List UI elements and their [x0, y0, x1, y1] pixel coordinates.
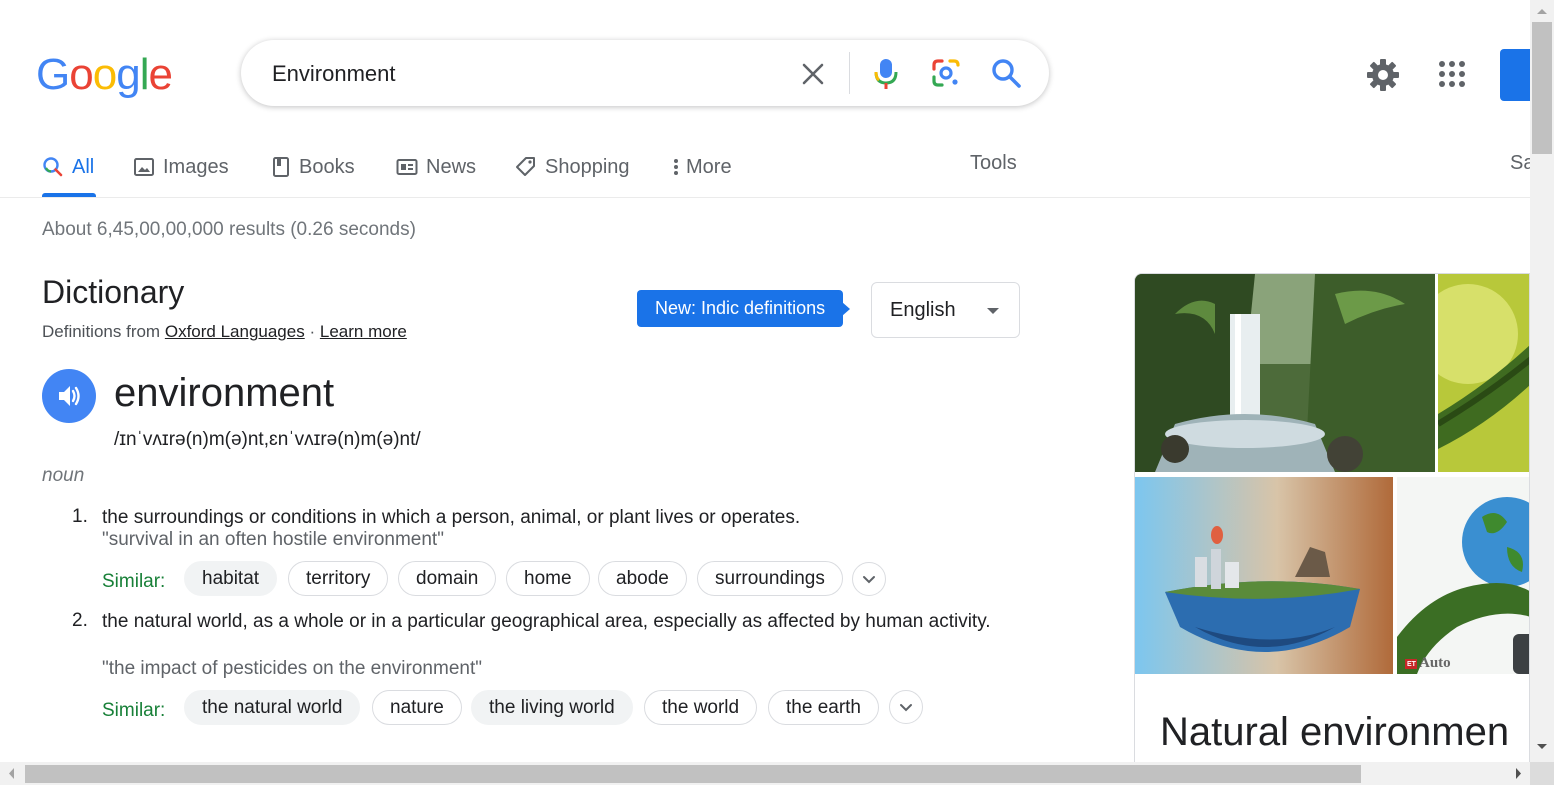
horizontal-scroll-thumb[interactable] [25, 765, 1361, 783]
similar-chip-home[interactable]: home [506, 561, 590, 596]
similar-label: Similar: [102, 700, 166, 721]
vertical-scroll-thumb[interactable] [1532, 22, 1552, 154]
google-logo[interactable]: Google [36, 50, 173, 100]
tab-label: News [426, 155, 477, 178]
knowledge-panel-title: Natural environmen [1160, 710, 1510, 754]
search-box[interactable]: Environment [241, 40, 1049, 106]
logo-letter: g [116, 50, 141, 99]
settings-icon[interactable] [1364, 56, 1402, 94]
header: Google Environment [0, 0, 1540, 140]
horizontal-scrollbar[interactable] [0, 762, 1530, 785]
image-icon [133, 156, 155, 178]
tab-label: Shopping [545, 155, 630, 178]
search-icon [42, 156, 64, 178]
search-tabs: All Images Books News Shopping More Tool… [0, 140, 1534, 198]
tab-more[interactable]: More [672, 152, 732, 182]
scroll-right-icon [1516, 768, 1521, 779]
tab-label: More [686, 155, 732, 178]
chevron-down-icon [863, 576, 875, 584]
expand-similar-button[interactable] [852, 562, 886, 596]
phonetic: /ɪnˈvʌɪrə(n)m(ə)nt,ɛnˈvʌɪrə(n)m(ə)nt/ [114, 429, 421, 450]
dropdown-arrow-icon [987, 308, 999, 314]
speaker-icon[interactable] [42, 369, 96, 423]
tab-all[interactable]: All [42, 152, 94, 182]
expand-similar-button[interactable] [889, 690, 923, 724]
vertical-scrollbar[interactable] [1530, 0, 1554, 762]
similar-chip-habitat[interactable]: habitat [184, 561, 278, 596]
lens-icon[interactable] [930, 57, 962, 89]
logo-letter: o [92, 50, 118, 99]
logo-letter: l [139, 50, 150, 99]
similar-chip-nature[interactable]: nature [372, 690, 462, 725]
language-value: English [890, 298, 956, 321]
tab-images[interactable]: Images [133, 152, 229, 182]
similar-chip-domain[interactable]: domain [398, 561, 497, 596]
waterfall-image[interactable] [1135, 274, 1435, 472]
tab-shopping[interactable]: Shopping [515, 152, 630, 182]
scroll-up-icon [1537, 9, 1547, 14]
scrollbar-corner [1530, 762, 1554, 785]
dictionary-title: Dictionary [42, 274, 185, 310]
mic-icon[interactable] [870, 57, 902, 91]
part-of-speech: noun [42, 465, 85, 486]
separator: · [309, 322, 316, 341]
similar-chip-the-natural-world[interactable]: the natural world [184, 690, 361, 725]
nature-branch-image[interactable] [1438, 274, 1529, 472]
similar-chip-the-world[interactable]: the world [644, 690, 758, 725]
knowledge-panel: ET Auto Natural environmen [1134, 273, 1530, 763]
logo-letter: o [69, 50, 94, 99]
logo-letter: e [148, 50, 173, 99]
close-icon[interactable] [798, 59, 828, 89]
similar-chip-abode[interactable]: abode [598, 561, 687, 596]
news-icon [396, 156, 418, 178]
chevron-down-icon [900, 704, 912, 712]
divider [849, 52, 850, 94]
search-input[interactable]: Environment [272, 61, 396, 87]
tab-label: Books [299, 155, 355, 178]
logo-letter: G [36, 50, 70, 99]
similar-chip-surroundings[interactable]: surroundings [697, 561, 843, 596]
dictionary-word: environment [114, 371, 335, 415]
tab-books[interactable]: Books [271, 152, 355, 182]
learn-more-link[interactable]: Learn more [320, 322, 407, 341]
apps-icon[interactable] [1436, 58, 1468, 90]
similar-chip-the-living-world[interactable]: the living world [471, 690, 633, 725]
definition-number: 1. [72, 506, 88, 527]
globe-hand-image[interactable]: ET Auto [1397, 477, 1529, 674]
definition-text: the natural world, as a whole or in a pa… [102, 611, 991, 632]
similar-chip-the-earth[interactable]: the earth [768, 690, 879, 725]
active-tab-indicator [42, 193, 96, 197]
definition-example: "survival in an often hostile environmen… [102, 529, 444, 550]
tab-label: Images [163, 155, 229, 178]
result-stats: About 6,45,00,00,000 results (0.26 secon… [42, 219, 416, 240]
earth-landscape-image[interactable] [1135, 477, 1393, 674]
source-prefix: Definitions from [42, 322, 161, 341]
new-indic-definitions-badge[interactable]: New: Indic definitions [637, 290, 851, 327]
similar-label: Similar: [102, 571, 166, 592]
search-icon[interactable] [989, 56, 1023, 90]
dictionary-source: Definitions from Oxford Languages · Lear… [42, 322, 407, 342]
image-watermark: Auto [1419, 655, 1451, 671]
more-vert-icon [672, 156, 680, 178]
oxford-languages-link[interactable]: Oxford Languages [165, 322, 305, 341]
tab-news[interactable]: News [396, 152, 476, 182]
similar-chip-territory[interactable]: territory [288, 561, 389, 596]
definition-number: 2. [72, 610, 88, 631]
tools-button[interactable]: Tools [970, 152, 1017, 175]
scroll-left-icon [9, 768, 14, 779]
image-watermark-badge: ET [1407, 661, 1416, 668]
definition-example: "the impact of pesticides on the environ… [102, 658, 482, 679]
definition-text: the surroundings or conditions in which … [102, 507, 801, 528]
book-icon [271, 156, 291, 178]
language-select[interactable]: English [871, 282, 1020, 338]
more-images-button[interactable] [1513, 634, 1529, 674]
tab-label: All [72, 155, 95, 178]
scroll-down-icon [1537, 744, 1547, 749]
tag-icon [515, 156, 537, 178]
